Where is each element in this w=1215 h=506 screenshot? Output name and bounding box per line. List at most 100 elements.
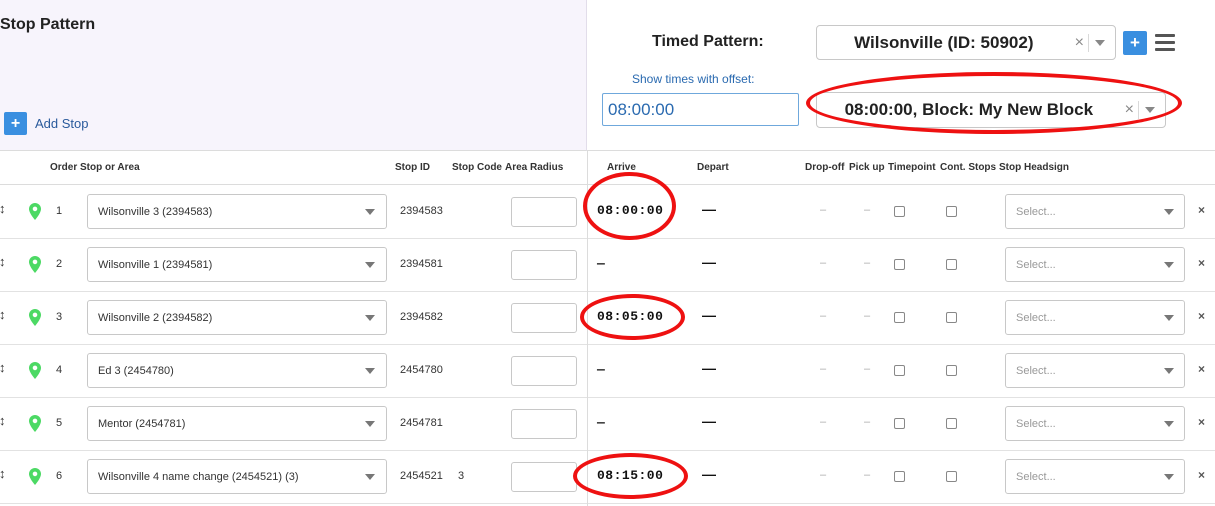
remove-icon[interactable]: × <box>1198 362 1205 376</box>
chevron-down-icon[interactable] <box>1164 368 1174 374</box>
cont-stops-checkbox[interactable] <box>946 206 957 217</box>
timepoint-checkbox[interactable] <box>894 365 905 376</box>
timed-pattern-select[interactable]: Wilsonville (ID: 50902) × <box>816 25 1116 60</box>
depart-time[interactable]: — <box>702 466 716 482</box>
headsign-select[interactable]: Select... <box>1005 194 1185 229</box>
clear-icon[interactable]: × <box>1121 101 1138 119</box>
col-depart: Depart <box>697 162 729 173</box>
menu-icon[interactable] <box>1155 34 1175 51</box>
chevron-down-icon[interactable] <box>1164 209 1174 215</box>
drag-handle-icon[interactable]: ↕ <box>0 307 6 322</box>
drag-handle-icon[interactable]: ↕ <box>0 360 6 375</box>
timepoint-checkbox[interactable] <box>894 259 905 270</box>
stop-select-value: Ed 3 (2454780) <box>98 365 174 377</box>
arrive-time[interactable]: — <box>597 256 605 271</box>
cont-stops-checkbox[interactable] <box>946 418 957 429</box>
chevron-down-icon[interactable] <box>365 262 375 268</box>
remove-icon[interactable]: × <box>1198 256 1205 270</box>
pickup-value: – <box>864 257 871 269</box>
area-radius-input[interactable] <box>511 197 577 227</box>
table-header: Order Stop or Area Stop ID Stop Code Are… <box>0 151 1215 185</box>
stop-order: 5 <box>56 417 63 429</box>
stop-select[interactable]: Mentor (2454781) <box>87 406 387 441</box>
depart-time[interactable]: — <box>702 201 716 217</box>
timed-pattern-label: Timed Pattern: <box>652 33 764 50</box>
timed-pattern-value: Wilsonville (ID: 50902) <box>854 32 1034 52</box>
select-separator <box>1088 33 1089 52</box>
area-radius-input[interactable] <box>511 250 577 280</box>
drag-handle-icon[interactable]: ↕ <box>0 201 6 216</box>
area-radius-input[interactable] <box>511 462 577 492</box>
stop-select[interactable]: Wilsonville 4 name change (2454521) (3) <box>87 459 387 494</box>
cont-stops-checkbox[interactable] <box>946 365 957 376</box>
trip-block-value: 08:00:00, Block: My New Block <box>844 100 1094 119</box>
depart-time[interactable]: — <box>702 413 716 429</box>
chevron-down-icon[interactable] <box>365 421 375 427</box>
timepoint-checkbox[interactable] <box>894 471 905 482</box>
add-stop-button[interactable]: + Add Stop <box>4 112 89 135</box>
chevron-down-icon[interactable] <box>1164 262 1174 268</box>
arrive-time[interactable]: 08:15:00 <box>597 468 663 483</box>
table-row: ↕ 5 Mentor (2454781) 2454781 — — – – Select... × <box>0 398 1215 451</box>
arrive-time[interactable]: 08:00:00 <box>597 203 663 218</box>
page-title: Stop Pattern <box>0 16 96 33</box>
col-area-radius: Area Radius <box>505 162 564 173</box>
remove-icon[interactable]: × <box>1198 309 1205 323</box>
drag-handle-icon[interactable]: ↕ <box>0 466 6 481</box>
remove-icon[interactable]: × <box>1198 468 1205 482</box>
chevron-down-icon[interactable] <box>1164 474 1174 480</box>
chevron-down-icon[interactable] <box>1164 421 1174 427</box>
stop-order: 4 <box>56 364 63 376</box>
headsign-select[interactable]: Select... <box>1005 300 1185 335</box>
offset-input[interactable]: 08:00:00 <box>602 93 799 126</box>
depart-time[interactable]: — <box>702 360 716 376</box>
add-timed-pattern-button[interactable]: + <box>1123 31 1147 55</box>
headsign-placeholder: Select... <box>1016 365 1056 377</box>
arrive-time[interactable]: — <box>597 415 605 430</box>
arrive-time[interactable]: 08:05:00 <box>597 309 663 324</box>
area-radius-input[interactable] <box>511 409 577 439</box>
stop-select[interactable]: Wilsonville 2 (2394582) <box>87 300 387 335</box>
stop-order: 3 <box>56 311 63 323</box>
drag-handle-icon[interactable]: ↕ <box>0 413 6 428</box>
headsign-placeholder: Select... <box>1016 259 1056 271</box>
col-stop-id: Stop ID <box>395 162 430 173</box>
cont-stops-checkbox[interactable] <box>946 471 957 482</box>
stop-select[interactable]: Wilsonville 3 (2394583) <box>87 194 387 229</box>
chevron-down-icon[interactable] <box>365 474 375 480</box>
depart-time[interactable]: — <box>702 254 716 270</box>
trip-block-select[interactable]: 08:00:00, Block: My New Block × <box>816 92 1166 128</box>
area-radius-input[interactable] <box>511 356 577 386</box>
chevron-down-icon[interactable] <box>1164 315 1174 321</box>
area-radius-input[interactable] <box>511 303 577 333</box>
map-pin-icon <box>29 203 41 220</box>
chevron-down-icon[interactable] <box>365 368 375 374</box>
depart-time[interactable]: — <box>702 307 716 323</box>
stop-select-value: Wilsonville 4 name change (2454521) (3) <box>98 471 299 483</box>
panel-divider <box>587 151 588 506</box>
drag-handle-icon[interactable]: ↕ <box>0 254 6 269</box>
timepoint-checkbox[interactable] <box>894 312 905 323</box>
timepoint-checkbox[interactable] <box>894 206 905 217</box>
stop-select[interactable]: Wilsonville 1 (2394581) <box>87 247 387 282</box>
table-row: ↕ 1 Wilsonville 3 (2394583) 2394583 08:00:00… <box>0 186 1215 239</box>
headsign-placeholder: Select... <box>1016 206 1056 218</box>
headsign-select[interactable]: Select... <box>1005 406 1185 441</box>
chevron-down-icon[interactable] <box>365 315 375 321</box>
remove-icon[interactable]: × <box>1198 415 1205 429</box>
chevron-down-icon[interactable] <box>365 209 375 215</box>
timepoint-checkbox[interactable] <box>894 418 905 429</box>
headsign-select[interactable]: Select... <box>1005 459 1185 494</box>
clear-icon[interactable]: × <box>1071 34 1088 52</box>
arrive-time[interactable]: — <box>597 362 605 377</box>
chevron-down-icon[interactable] <box>1145 107 1155 113</box>
headsign-select[interactable]: Select... <box>1005 353 1185 388</box>
cont-stops-checkbox[interactable] <box>946 312 957 323</box>
dropoff-value: – <box>820 310 827 322</box>
headsign-select[interactable]: Select... <box>1005 247 1185 282</box>
stop-select[interactable]: Ed 3 (2454780) <box>87 353 387 388</box>
remove-icon[interactable]: × <box>1198 203 1205 217</box>
chevron-down-icon[interactable] <box>1095 39 1105 46</box>
cont-stops-checkbox[interactable] <box>946 259 957 270</box>
offset-label: Show times with offset: <box>632 72 755 86</box>
